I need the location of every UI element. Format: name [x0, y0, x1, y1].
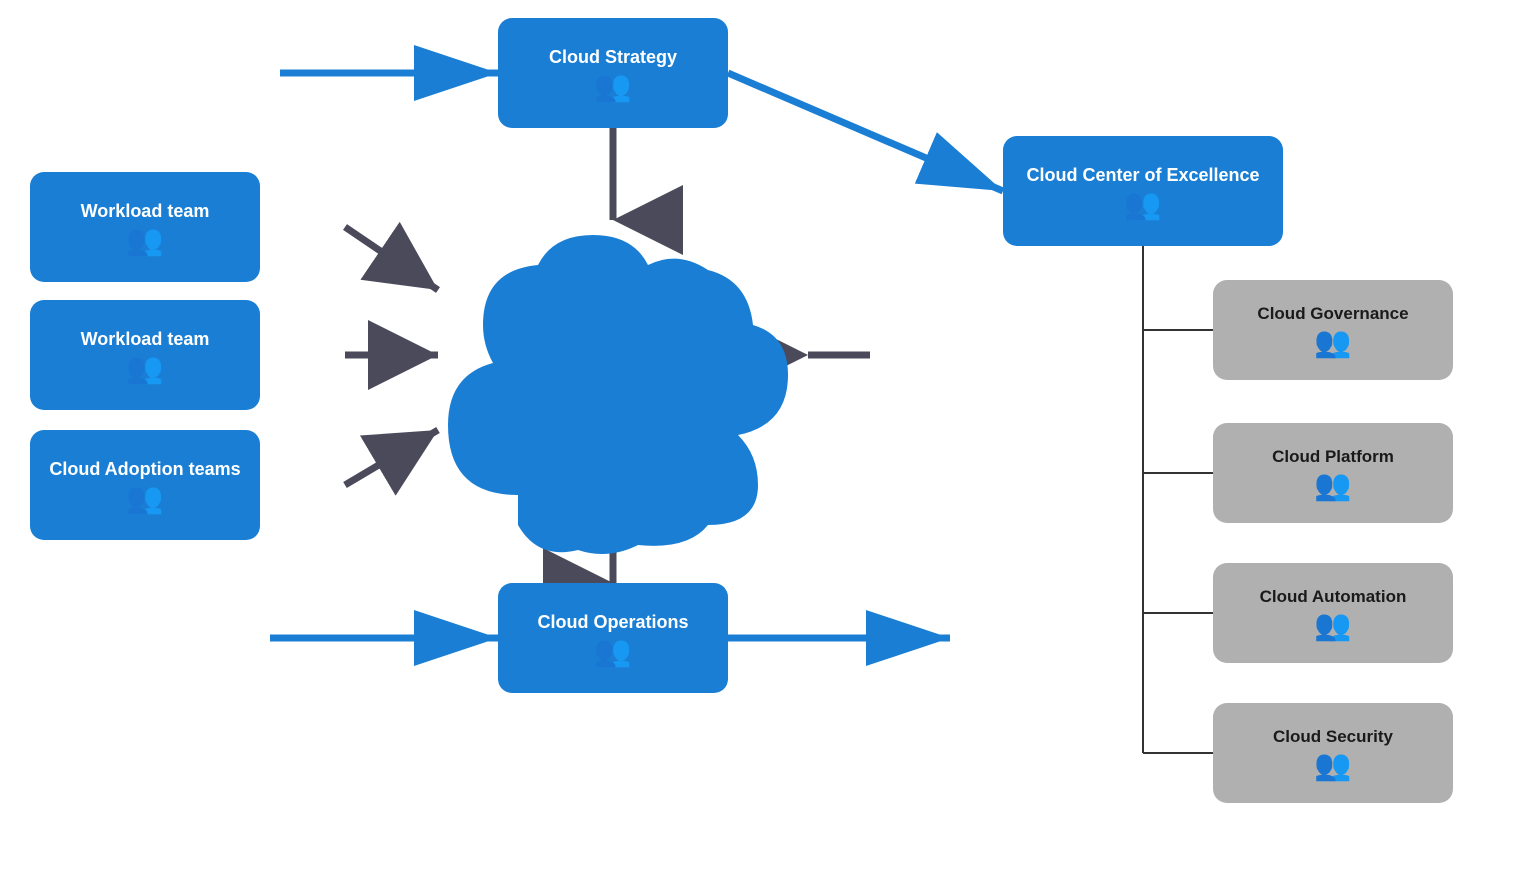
- cloud-shape: [418, 215, 808, 555]
- workload-team-2-box: Workload team 👥: [30, 300, 260, 410]
- cloud-automation-icon: 👥: [1314, 611, 1351, 641]
- cloud-operations-box: Cloud Operations 👥: [498, 583, 728, 693]
- cloud-automation-label: Cloud Automation: [1260, 587, 1407, 607]
- workload-team-1-icon: 👥: [126, 226, 163, 256]
- cloud-governance-icon: 👥: [1314, 328, 1351, 358]
- cloud-automation-box: Cloud Automation 👥: [1213, 563, 1453, 663]
- workload-team-2-label: Workload team: [81, 329, 210, 350]
- cloud-platform-label: Cloud Platform: [1272, 447, 1394, 467]
- cloud-coe-icon: 👥: [1124, 190, 1161, 220]
- workload-team-1-box: Workload team 👥: [30, 172, 260, 282]
- cloud-governance-label: Cloud Governance: [1257, 304, 1408, 324]
- cloud-coe-label: Cloud Center of Excellence: [1026, 165, 1259, 186]
- cloud-adoption-icon: 👥: [126, 484, 163, 514]
- workload-team-2-icon: 👥: [126, 354, 163, 384]
- cloud-operations-label: Cloud Operations: [537, 612, 688, 633]
- workload-team-1-label: Workload team: [81, 201, 210, 222]
- cloud-platform-icon: 👥: [1314, 471, 1351, 501]
- cloud-coe-box: Cloud Center of Excellence 👥: [1003, 136, 1283, 246]
- cloud-adoption-box: Cloud Adoption teams 👥: [30, 430, 260, 540]
- cloud-strategy-box: Cloud Strategy 👥: [498, 18, 728, 128]
- cloud-operations-icon: 👥: [594, 637, 631, 667]
- diagram: Cloud Strategy 👥 Workload team 👥 Workloa…: [0, 0, 1528, 891]
- cloud-platform-box: Cloud Platform 👥: [1213, 423, 1453, 523]
- cloud-security-icon: 👥: [1314, 751, 1351, 781]
- cloud-strategy-label: Cloud Strategy: [549, 47, 677, 68]
- cloud-governance-box: Cloud Governance 👥: [1213, 280, 1453, 380]
- cloud-security-box: Cloud Security 👥: [1213, 703, 1453, 803]
- cloud-adoption-label: Cloud Adoption teams: [49, 459, 240, 480]
- cloud-security-label: Cloud Security: [1273, 727, 1393, 747]
- cloud-strategy-icon: 👥: [594, 72, 631, 102]
